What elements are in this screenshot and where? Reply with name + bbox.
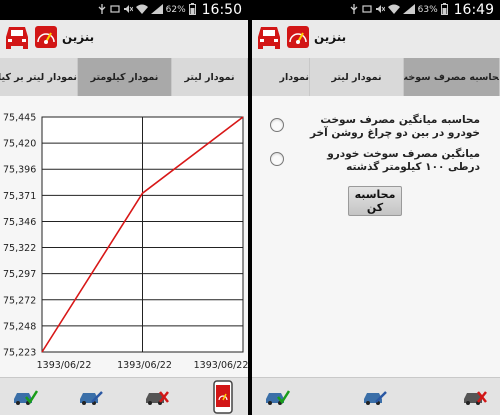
tab-liter-chart[interactable]: نمودار لیتر: [172, 58, 248, 96]
y-tick-label: 75,420: [3, 139, 36, 150]
car-check-icon[interactable]: [264, 388, 291, 410]
notification-icon: [362, 4, 372, 17]
radio-last-100-km[interactable]: [270, 152, 284, 166]
battery-icon: [440, 2, 448, 18]
y-tick-label: 75,223: [3, 348, 36, 359]
tab-fuel-calculation[interactable]: محاسبه مصرف سوخت: [404, 58, 500, 96]
tab-chart[interactable]: نمودار: [252, 58, 310, 96]
tab-km-chart[interactable]: نمودار کیلومتر: [78, 58, 172, 96]
x-tick-label: 1393/06/22: [117, 360, 172, 371]
car-delete-icon[interactable]: [144, 388, 170, 410]
clock: 16:49: [453, 2, 494, 18]
car-alert-icon: [2, 25, 32, 57]
option-label: محاسبه میانگین مصرف سوخت خودرو در بین دو…: [310, 114, 480, 139]
calculation-panel: محاسبه میانگین مصرف سوخت خودرو در بین دو…: [252, 96, 500, 378]
battery-percent: 62%: [165, 5, 186, 15]
car-edit-icon[interactable]: [78, 388, 104, 410]
y-tick-label: 75,346: [3, 217, 36, 228]
car-delete-icon[interactable]: [462, 388, 488, 410]
wifi-icon: [135, 4, 148, 17]
x-tick-label: 1393/06/22: [37, 360, 92, 371]
battery-icon: [188, 2, 196, 18]
car-alert-icon: [254, 25, 284, 57]
status-bar: 62% 16:50: [0, 0, 248, 20]
fuel-gauge-icon: [287, 25, 309, 53]
car-edit-icon[interactable]: [362, 388, 388, 410]
tab-bar: نمودار نمودار لیتر محاسبه مصرف سوخت: [252, 58, 500, 97]
option-label: میانگین مصرف سوخت خودرو درطی ۱۰۰ کیلومتر…: [327, 148, 480, 173]
calculate-button[interactable]: محاسبه کن: [348, 186, 402, 216]
tab-liter-per-km-chart[interactable]: نمودار لیتر بر کیلومتر: [0, 58, 78, 96]
action-bar: بنزین: [252, 20, 500, 59]
wifi-icon: [387, 4, 400, 17]
fuel-gauge-icon: [35, 25, 57, 53]
bottom-toolbar: [252, 377, 500, 415]
signal-icon: [402, 3, 415, 17]
tab-bar: نمودار لیتر بر کیلومتر نمودار کیلومتر نم…: [0, 58, 248, 97]
y-tick-label: 75,248: [3, 321, 36, 332]
battery-percent: 63%: [417, 5, 438, 15]
option-last-100-km[interactable]: میانگین مصرف سوخت خودرو درطی ۱۰۰ کیلومتر…: [270, 148, 480, 174]
left-screen: 62% 16:50 بنزین نمودار لیتر بر کیلومتر: [0, 0, 248, 415]
notification-icon: [110, 4, 120, 17]
phone-fuel-icon[interactable]: [213, 380, 233, 415]
y-tick-label: 75,396: [3, 165, 36, 176]
mute-icon: [123, 4, 134, 17]
tab-liter-chart[interactable]: نمودار لیتر: [310, 58, 404, 96]
y-tick-label: 75,322: [3, 243, 36, 254]
car-check-icon[interactable]: [12, 388, 39, 410]
bottom-toolbar: [0, 377, 248, 415]
status-bar: 63% 16:49: [252, 0, 500, 20]
x-tick-label: 1393/06/22: [194, 360, 248, 371]
usb-icon: [349, 3, 359, 17]
action-bar: بنزین: [0, 20, 248, 59]
signal-icon: [150, 3, 163, 17]
usb-icon: [97, 3, 107, 17]
y-tick-label: 75,445: [3, 113, 36, 124]
right-screen: 63% 16:49 بنزین نمودار نمودار لیتر محاسب…: [252, 0, 500, 415]
app-title: بنزین: [314, 30, 347, 44]
y-tick-label: 75,272: [3, 295, 36, 306]
y-tick-label: 75,371: [3, 191, 36, 202]
chart-area: 75,445 75,420 75,396 75,371 75,346 75,322 75,2…: [0, 96, 248, 378]
y-tick-label: 75,297: [3, 269, 36, 280]
mute-icon: [375, 4, 386, 17]
radio-last-two-lights[interactable]: [270, 118, 284, 132]
app-title: بنزین: [62, 30, 95, 44]
line-chart: 75,445 75,420 75,396 75,371 75,346 75,322 75,2…: [3, 113, 248, 372]
clock: 16:50: [201, 2, 242, 18]
option-last-two-lights[interactable]: محاسبه میانگین مصرف سوخت خودرو در بین دو…: [270, 114, 480, 140]
